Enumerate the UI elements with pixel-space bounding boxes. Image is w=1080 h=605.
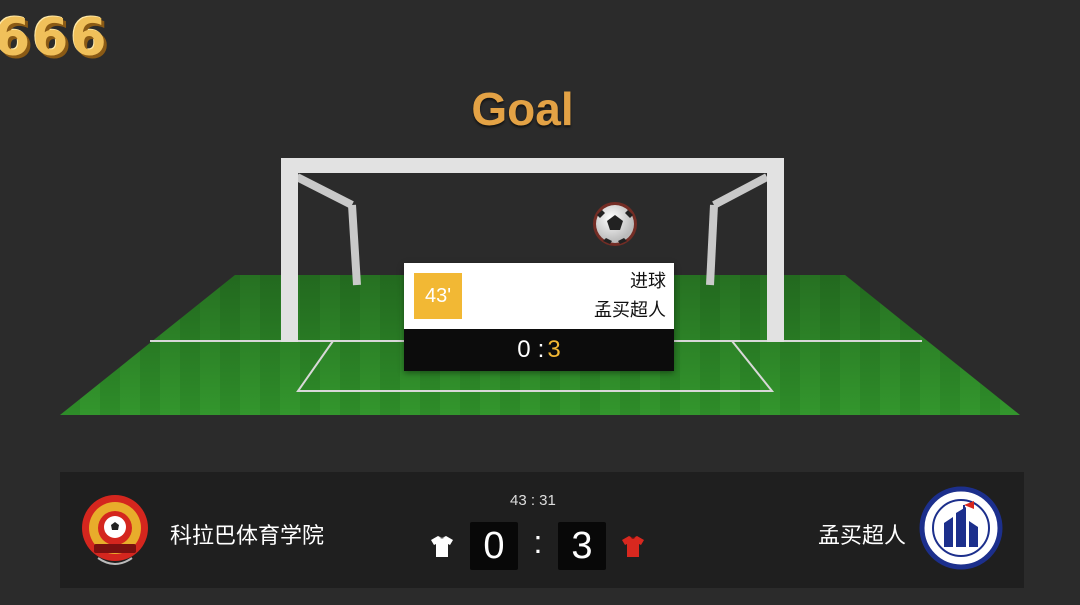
match-clock: 43 : 31 (510, 492, 556, 509)
score-separator: : (533, 524, 543, 560)
goal-left-post (281, 158, 298, 342)
goal-right-post (767, 158, 784, 342)
away-score: 3 (558, 522, 606, 570)
mumbai-ultras-fc-crest-icon (919, 486, 1003, 570)
ball-icon (593, 202, 637, 246)
event-home-score: 0 (517, 336, 531, 363)
event-score: 0 : 3 (404, 329, 674, 371)
goal-crossbar (281, 158, 784, 173)
event-team-label: 孟买超人 (594, 300, 666, 321)
home-shirt-icon (431, 536, 453, 557)
goal-event-card: 43' 进球 孟买超人 0 : 3 (404, 263, 674, 371)
event-minute-badge: 43' (414, 273, 462, 319)
event-score-separator: : (537, 336, 545, 363)
away-team-name: 孟买超人 (817, 524, 906, 549)
event-title: Goal (471, 83, 574, 135)
scoreboard: 科拉巴体育学院 43 : 31 0 : 3 孟买超人 (60, 472, 1024, 588)
colaba-sports-academy-crest-icon (82, 495, 148, 565)
event-away-score: 3 (547, 336, 561, 363)
home-score: 0 (470, 522, 518, 570)
event-details: 43' 进球 孟买超人 (404, 263, 674, 329)
home-team-name: 科拉巴体育学院 (170, 524, 325, 549)
away-shirt-icon (622, 536, 644, 557)
event-type-label: 进球 (630, 271, 666, 292)
brand-logo: 666 (0, 8, 109, 68)
